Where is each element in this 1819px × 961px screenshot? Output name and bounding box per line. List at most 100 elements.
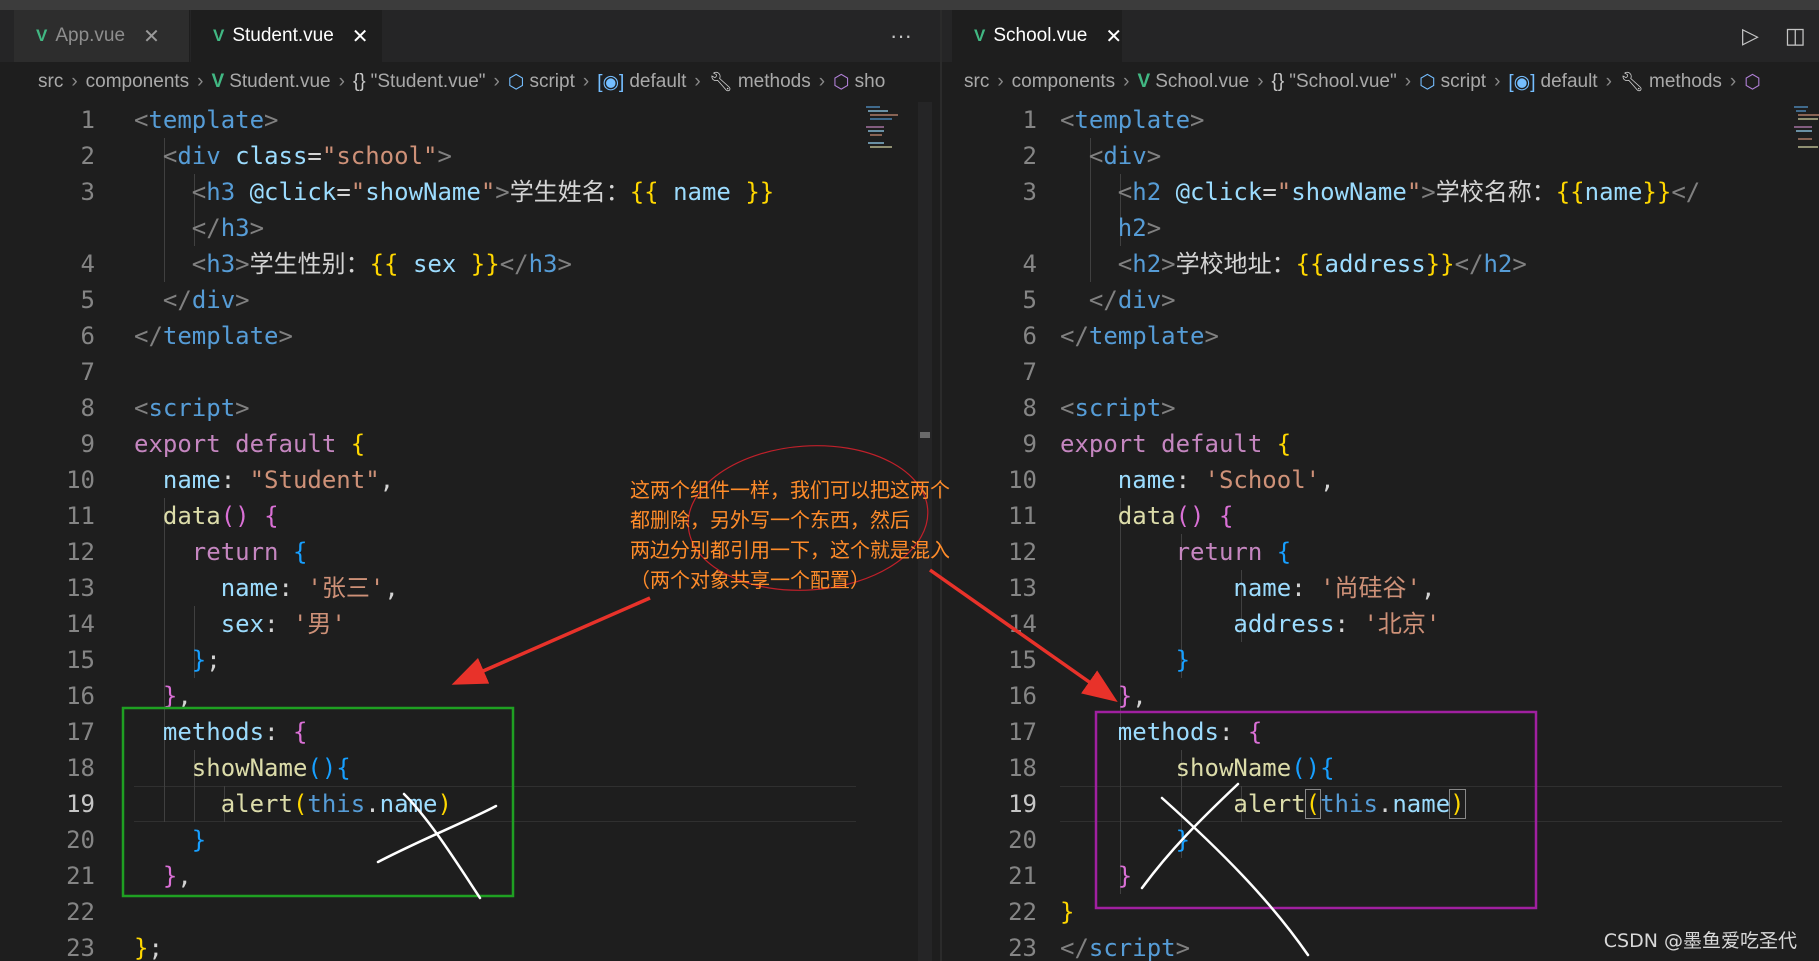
code-line: 2 <div class="school">	[80, 142, 452, 170]
code-line: 3 <h3 @click="showName">学生姓名：{{ name }}	[80, 178, 775, 206]
code-line: 6 </template>	[80, 322, 293, 350]
code-line: 4 <h3>学生性别：{{ sex }}</h3>	[80, 250, 572, 278]
tab-bar: V App.vue ✕ V Student.vue ✕ ···	[0, 10, 940, 62]
chevron-right-icon: ›	[1257, 71, 1264, 92]
wrench-icon: 🔧︎	[708, 72, 733, 93]
code-line: 7	[1022, 358, 1037, 386]
tab-label: App.vue	[55, 25, 126, 46]
code-line: 5 </div>	[80, 286, 250, 314]
code-line: 8 <script>	[1022, 394, 1176, 422]
code-line: 14 sex: '男'	[66, 610, 346, 638]
code-line: 16 },	[1008, 682, 1147, 710]
breadcrumb-components[interactable]: components	[1012, 71, 1116, 93]
vue-file-icon: V	[36, 26, 48, 45]
breadcrumb-file[interactable]: Student.vue	[229, 71, 330, 93]
tab-actions: ▷ ◫	[1742, 10, 1806, 62]
tab-app-vue[interactable]: V App.vue ✕	[14, 10, 190, 62]
code-line: 16 },	[66, 682, 192, 710]
code-editor[interactable]: 1 <template> 2 <div> 3 <h2 @click="showNa…	[942, 102, 1819, 961]
watermark: CSDN @墨鱼爱吃圣代	[1603, 930, 1797, 952]
run-icon[interactable]: ▷	[1742, 23, 1759, 49]
breadcrumb-methods[interactable]: methods	[1649, 71, 1722, 93]
code-line: 21 },	[66, 862, 192, 890]
tab-student-vue[interactable]: V Student.vue ✕	[191, 10, 382, 62]
code-line: 22	[66, 898, 95, 926]
breadcrumb: src › components › V Student.vue › {} "S…	[0, 62, 940, 102]
method-icon: ⬡	[833, 71, 850, 93]
scrollbar-thumb[interactable]	[920, 432, 930, 438]
code-line: 8 <script>	[80, 394, 250, 422]
breadcrumb: src › components › V School.vue › {} "Sc…	[942, 62, 1819, 102]
code-line: 21 }	[1008, 862, 1133, 890]
code-line: 2 <div>	[1022, 142, 1162, 170]
chevron-right-icon: ›	[338, 71, 345, 92]
breadcrumb-module[interactable]: "School.vue"	[1289, 71, 1397, 93]
braces-icon: {}	[352, 71, 366, 92]
code-line: 18 showName(){	[1008, 754, 1335, 782]
braces-icon: {}	[1271, 71, 1285, 92]
code-line: 10 name: 'School',	[1008, 466, 1335, 494]
chevron-right-icon: ›	[493, 71, 500, 92]
tab-bar: V School.vue ✕ ▷ ◫	[942, 10, 1819, 62]
code-line: 11 data() {	[1008, 502, 1234, 530]
code-line: 7	[80, 358, 95, 386]
chevron-right-icon: ›	[197, 71, 204, 92]
breadcrumb-components[interactable]: components	[86, 71, 190, 93]
annotation-line: （两个对象共享一个配置）	[630, 568, 870, 592]
close-icon[interactable]: ✕	[1105, 24, 1122, 49]
breadcrumb-default[interactable]: default	[629, 71, 686, 93]
breadcrumb-script[interactable]: script	[529, 71, 574, 93]
chevron-right-icon: ›	[1494, 71, 1501, 92]
code-line: 3 <h2 @click="showName">学校名称：{{name}}</	[1022, 178, 1701, 206]
code-line: 17 methods: {	[66, 718, 308, 746]
editor-pane-school: V School.vue ✕ ▷ ◫ src › components › V …	[940, 10, 1819, 961]
code-line: h2>	[1117, 214, 1162, 242]
module-icon: [◉]	[1508, 71, 1536, 93]
vue-file-icon: V	[211, 71, 225, 92]
minimap[interactable]	[864, 102, 916, 162]
breadcrumb-methods[interactable]: methods	[738, 71, 811, 93]
breadcrumb-default[interactable]: default	[1541, 71, 1598, 93]
code-line: 1 <template>	[80, 106, 279, 134]
tab-actions: ···	[890, 10, 912, 62]
close-icon[interactable]: ✕	[143, 24, 160, 49]
breadcrumb-file[interactable]: School.vue	[1155, 71, 1249, 93]
code-line: 19 alert(this.name)	[1008, 789, 1466, 819]
more-actions-icon[interactable]: ···	[890, 23, 912, 49]
code-line: 20 }	[66, 826, 207, 854]
code-line: 4 <h2>学校地址：{{address}}</h2>	[1022, 250, 1527, 278]
split-editor-icon[interactable]: ◫	[1785, 23, 1806, 49]
chevron-right-icon: ›	[694, 71, 701, 92]
minimap[interactable]	[1792, 102, 1819, 162]
breadcrumb-src[interactable]: src	[38, 71, 63, 93]
code-line: 14 address: '北京'	[1008, 610, 1441, 638]
tab-label: School.vue	[993, 25, 1088, 46]
code-line: 9 export default {	[1022, 430, 1292, 458]
chevron-right-icon: ›	[582, 71, 590, 92]
breadcrumb-module[interactable]: "Student.vue"	[371, 71, 486, 93]
chevron-right-icon: ›	[818, 71, 826, 92]
code-line: 12 return {	[1008, 538, 1292, 566]
code-line: 22}	[1008, 898, 1075, 926]
module-icon: [◉]	[597, 71, 625, 93]
tab-school-vue[interactable]: V School.vue ✕	[952, 10, 1122, 62]
tab-label: Student.vue	[232, 25, 334, 46]
code-line: 13 name: '尚硅谷',	[1008, 574, 1436, 602]
chevron-right-icon: ›	[71, 71, 78, 92]
code-line: 1 <template>	[1022, 106, 1205, 134]
code-line: 19 alert(this.name)	[66, 790, 452, 818]
chevron-right-icon: ›	[1729, 71, 1737, 92]
breadcrumb-method[interactable]: sho	[855, 71, 886, 93]
breadcrumb-script[interactable]: script	[1441, 71, 1486, 93]
code-line: 15 }	[1008, 646, 1191, 674]
breadcrumb-src[interactable]: src	[964, 71, 989, 93]
code-line: 6 </template>	[1022, 322, 1219, 350]
annotation-line: 都删除，另外写一个东西，然后	[630, 508, 910, 532]
vue-file-icon: V	[213, 26, 225, 45]
cube-icon: ⬡	[1419, 71, 1436, 93]
chevron-right-icon: ›	[997, 71, 1004, 92]
code-line: 15 };	[66, 646, 221, 674]
close-icon[interactable]: ✕	[352, 24, 369, 49]
code-line: 9 export default {	[80, 430, 366, 458]
annotation-note: 这两个组件一样，我们可以把这两个 都删除，另外写一个东西，然后 两边分别都引用一…	[630, 475, 1010, 595]
